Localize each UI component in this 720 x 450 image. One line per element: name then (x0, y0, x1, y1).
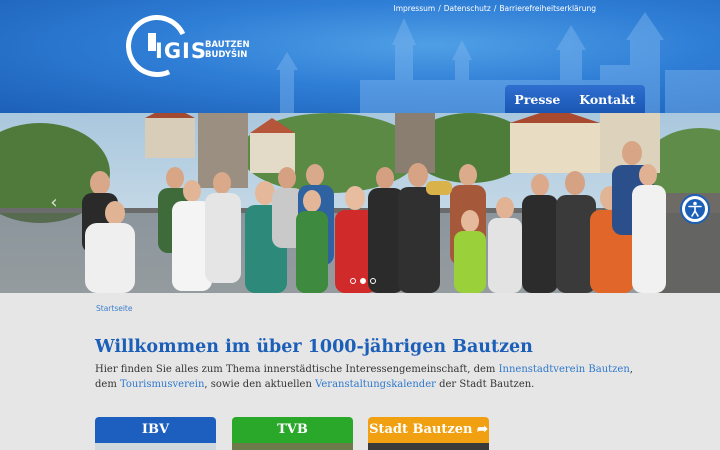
divider: / (438, 4, 441, 13)
divider: / (493, 4, 497, 13)
tile-stadt-bautzen[interactable]: Stadt Bautzen ➦ (368, 417, 489, 450)
slider-dot[interactable] (350, 278, 356, 284)
innenstadtverein-link[interactable]: Innenstadtverein Bautzen (499, 364, 630, 375)
tile-stadt-image (368, 443, 489, 450)
site-header: Impressum / Datenschutz / Barrierefreiheitse… (0, 0, 720, 113)
accessibility-glyph (685, 199, 705, 219)
share-arrow-icon: ➦ (477, 422, 488, 437)
accessibility-icon[interactable] (680, 194, 710, 224)
intro-part4: der Stadt Bautzen. (435, 379, 535, 390)
tile-ibv[interactable]: IBV (95, 417, 216, 450)
tile-ibv-image (95, 443, 216, 450)
intro-part3: , sowie den aktuellen (204, 379, 316, 390)
tile-tvb-title: TVB (232, 417, 353, 443)
impressum-link[interactable]: Impressum (394, 4, 436, 13)
tourismusverein-link[interactable]: Tourismusverein (120, 379, 204, 390)
logo-city-line2: BUDYŠIN (205, 50, 248, 60)
page-title: Willkommen im über 1000-jährigen Bautzen (95, 337, 533, 357)
tile-stadt-label: Stadt Bautzen (369, 422, 473, 437)
nav-item-presse[interactable]: Presse (514, 92, 560, 107)
site-logo[interactable]: IGIS BAUTZEN BUDYŠIN (117, 6, 256, 86)
breadcrumb[interactable]: Startseite (96, 304, 132, 313)
logo-city: BAUTZEN BUDYŠIN (205, 40, 250, 60)
hero-photo (0, 113, 720, 293)
slider-dot[interactable] (370, 278, 376, 284)
intro-text: Hier finden Sie alles zum Thema innerstä… (95, 362, 635, 392)
tile-tvb-image (232, 443, 353, 450)
hero-slider: ‹ (0, 113, 720, 293)
intro-part1: Hier finden Sie alles zum Thema innerstä… (95, 364, 499, 375)
datenschutz-link[interactable]: Datenschutz (444, 4, 491, 13)
arrow-left-icon[interactable]: ‹ (46, 192, 62, 214)
tile-ibv-title: IBV (95, 417, 216, 443)
barrierefreiheit-link[interactable]: Barrierefreiheitserklärung (499, 4, 596, 13)
tile-stadt-title: Stadt Bautzen ➦ (368, 417, 489, 443)
nav-item-kontakt[interactable]: Kontakt (579, 92, 635, 107)
slider-dots (350, 278, 376, 284)
top-links: Impressum / Datenschutz / Barrierefreiheitse… (394, 4, 597, 13)
slider-dot-active[interactable] (360, 278, 366, 284)
main-nav: Presse Kontakt (505, 85, 645, 113)
tile-tvb[interactable]: TVB (232, 417, 353, 450)
logo-city-line1: BAUTZEN (205, 40, 250, 50)
veranstaltungskalender-link[interactable]: Veranstaltungskalender (315, 379, 436, 390)
logo-brand: IGIS (155, 39, 207, 63)
